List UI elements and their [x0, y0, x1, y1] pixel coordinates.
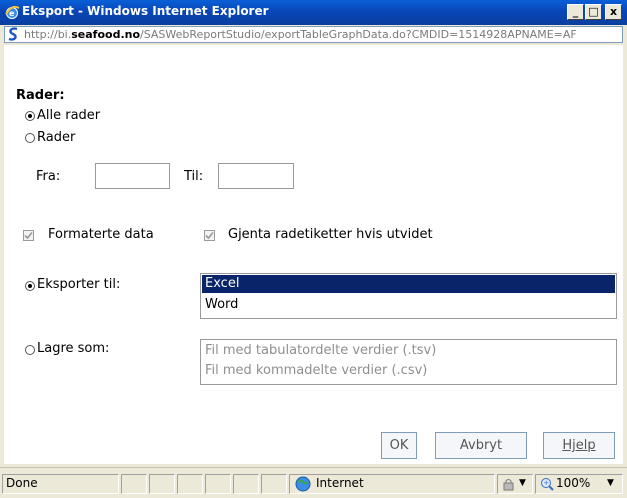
zoom-icon: +: [541, 478, 554, 491]
formatted-data-checkbox[interactable]: [23, 230, 34, 241]
to-input[interactable]: [218, 163, 294, 189]
address-url: http://bi.seafood.no/SASWebReportStudio/…: [24, 28, 577, 41]
status-bar: Done Internet ▼ + 100% ▼: [0, 467, 627, 498]
rows-range-radio[interactable]: [25, 133, 35, 143]
from-input[interactable]: [95, 163, 170, 189]
all-rows-radio[interactable]: [25, 111, 35, 121]
export-to-radio[interactable]: [25, 281, 35, 291]
ie-window: e Eksport - Windows Internet Explorer _ …: [0, 0, 627, 498]
close-icon: x: [609, 5, 618, 18]
dropdown-arrow-icon: ▼: [607, 478, 614, 488]
window-title: Eksport - Windows Internet Explorer: [22, 4, 269, 18]
status-panel: [121, 474, 147, 494]
list-item-excel[interactable]: Excel: [202, 275, 615, 293]
export-dialog: Rader: Alle rader Rader Fra: Til: Format…: [4, 45, 623, 464]
close-button[interactable]: x: [605, 4, 622, 20]
rows-heading: Rader:: [16, 88, 65, 103]
address-bar: http://bi.seafood.no/SASWebReportStudio/…: [0, 25, 627, 45]
checkmark-icon: [205, 231, 214, 240]
security-lock-icon: [503, 479, 514, 491]
internet-explorer-icon: e: [5, 5, 20, 19]
ok-button[interactable]: OK: [381, 432, 417, 459]
sas-logo-icon: [8, 27, 18, 41]
save-as-radio[interactable]: [25, 345, 35, 355]
status-panel: [205, 474, 231, 494]
repeat-labels-label: Gjenta radetiketter hvis utvidet: [228, 227, 433, 242]
to-label: Til:: [184, 169, 204, 184]
save-format-list[interactable]: Fil med tabulatordelte verdier (.tsv) Fi…: [200, 339, 617, 385]
rows-range-label: Rader: [37, 130, 76, 145]
status-text: Done: [6, 476, 38, 490]
svg-text:+: +: [543, 479, 549, 487]
status-panel: [233, 474, 259, 494]
svg-text:e: e: [9, 9, 15, 18]
status-panel: [177, 474, 203, 494]
cancel-button[interactable]: Avbryt: [435, 432, 527, 459]
address-field[interactable]: http://bi.seafood.no/SASWebReportStudio/…: [4, 26, 623, 43]
zone-text: Internet: [316, 476, 364, 490]
minimize-icon: _: [572, 5, 579, 18]
from-label: Fra:: [36, 169, 61, 184]
checkmark-icon: [24, 231, 33, 240]
zoom-level: 100%: [556, 476, 591, 490]
export-to-label: Eksporter til:: [37, 277, 121, 292]
internet-globe-icon: [295, 476, 311, 492]
title-bar[interactable]: e Eksport - Windows Internet Explorer _ …: [0, 0, 627, 25]
dropdown-arrow-icon: ▼: [519, 478, 526, 488]
save-as-label: Lagre som:: [37, 341, 110, 356]
repeat-labels-checkbox[interactable]: [204, 230, 215, 241]
maximize-icon: □: [588, 5, 599, 18]
help-button[interactable]: Hjelp: [543, 432, 615, 459]
minimize-button[interactable]: _: [567, 4, 584, 20]
formatted-data-label: Formaterte data: [48, 227, 154, 242]
status-panel: [261, 474, 287, 494]
list-item-tsv[interactable]: Fil med tabulatordelte verdier (.tsv): [202, 342, 615, 360]
maximize-button[interactable]: □: [585, 4, 602, 20]
all-rows-label: Alle rader: [37, 108, 101, 123]
list-item-word[interactable]: Word: [202, 296, 615, 314]
list-item-csv[interactable]: Fil med kommadelte verdier (.csv): [202, 362, 615, 380]
export-format-list[interactable]: Excel Word: [200, 273, 617, 319]
status-panel: [149, 474, 175, 494]
